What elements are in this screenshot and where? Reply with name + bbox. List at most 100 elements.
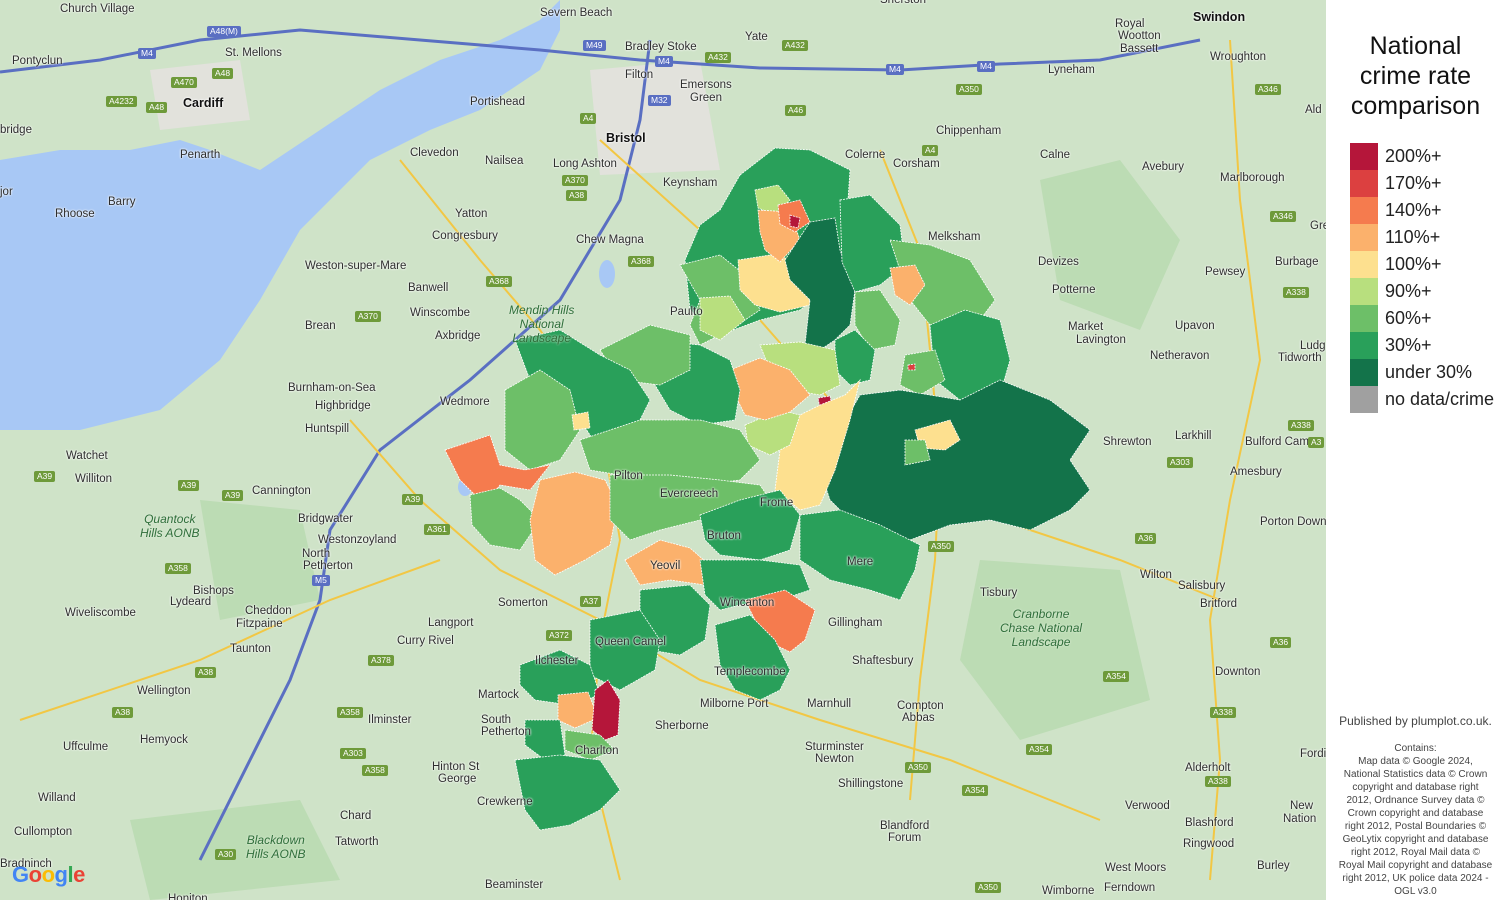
place-label: Shrewton	[1103, 436, 1152, 448]
place-label: Beaminster	[485, 879, 543, 891]
chew-valley-lake	[599, 260, 615, 288]
aonb-label: QuantockHills AONB	[140, 512, 200, 540]
place-label: Evercreech	[660, 488, 718, 500]
place-label: Wedmore	[440, 396, 490, 408]
place-label: Clevedon	[410, 147, 459, 159]
place-label: Lyneham	[1048, 64, 1095, 76]
place-label: Portishead	[470, 96, 525, 108]
attribution: Contains:Map data © Google 2024,National…	[1332, 742, 1499, 898]
road-shield: A370	[355, 311, 381, 322]
area-westbury-core	[908, 364, 915, 370]
place-label: Chippenham	[936, 125, 1001, 137]
map-canvas[interactable]: CardiffBristolSwindonChurch VillageSever…	[0, 0, 1326, 900]
road-shield: A350	[975, 882, 1001, 893]
place-label: George	[438, 773, 476, 785]
place-label: Martock	[478, 689, 519, 701]
place-label: Queen Camel	[595, 636, 666, 648]
place-label: Wilton	[1140, 569, 1172, 581]
road-shield: A4232	[106, 96, 137, 107]
road-shield: A470	[171, 77, 197, 88]
place-label: Chew Magna	[576, 234, 644, 246]
road-shield: M4	[138, 48, 156, 59]
road-shield: A30	[215, 849, 236, 860]
place-label: Fordingbridge	[1300, 748, 1326, 760]
road-shield: A48	[146, 102, 167, 113]
place-label: Ald	[1305, 104, 1322, 116]
place-label: Uffculme	[63, 741, 108, 753]
attribution-line: OGL v3.0	[1332, 885, 1499, 898]
road-shield: A338	[1288, 420, 1314, 431]
road-shield: A378	[368, 655, 394, 666]
place-label: Axbridge	[435, 330, 480, 342]
place-label: Blandford	[880, 820, 929, 832]
place-label: Larkhill	[1175, 430, 1211, 442]
city-label: Cardiff	[183, 96, 223, 110]
road-shield: A3	[1308, 437, 1324, 448]
road-shield: A346	[1270, 211, 1296, 222]
legend-swatch	[1350, 251, 1378, 278]
google-logo: Google	[12, 862, 85, 888]
legend-label: 60%+	[1385, 308, 1432, 329]
legend-item: no data/crime	[1350, 386, 1500, 413]
place-label: Burley	[1257, 860, 1290, 872]
place-label: Long Ashton	[553, 158, 617, 170]
place-label: Blashford	[1185, 817, 1234, 829]
legend-item: under 30%	[1350, 359, 1500, 386]
place-label: Congresbury	[432, 230, 498, 242]
place-label: Forum	[888, 832, 921, 844]
place-label: Ilminster	[368, 714, 411, 726]
road-shield: A350	[956, 84, 982, 95]
road-shield: A372	[546, 630, 572, 641]
place-label: Cheddon	[245, 605, 292, 617]
legend-label: 30%+	[1385, 335, 1432, 356]
road-shield: A36	[1270, 637, 1291, 648]
road-shield: A4	[922, 145, 938, 156]
road-shield: A354	[1026, 744, 1052, 755]
place-label: Sturminster	[805, 741, 864, 753]
place-label: Emersons	[680, 79, 732, 91]
road-shield: A38	[195, 667, 216, 678]
place-label: Frome	[760, 497, 793, 509]
place-label: Nailsea	[485, 155, 523, 167]
road-shield: A39	[222, 490, 243, 501]
place-label: Abbas	[902, 712, 935, 724]
legend-item: 170%+	[1350, 170, 1500, 197]
legend-label: 170%+	[1385, 173, 1442, 194]
road-shield: A370	[562, 175, 588, 186]
road-shield: A432	[705, 52, 731, 63]
place-label: Tatworth	[335, 836, 378, 848]
place-label: Crewkerne	[477, 796, 533, 808]
place-label: Market	[1068, 321, 1103, 333]
place-label: Green	[690, 92, 722, 104]
place-label: Langport	[428, 617, 473, 629]
attribution-line: GeoLytix copyright and database	[1332, 833, 1499, 846]
legend-swatch	[1350, 386, 1378, 413]
road-shield: A346	[1255, 84, 1281, 95]
place-label: Burbage	[1275, 256, 1318, 268]
legend-label: no data/crime	[1385, 389, 1494, 410]
place-label: South	[481, 714, 511, 726]
place-label: Salisbury	[1178, 580, 1225, 592]
place-label: Banwell	[408, 282, 448, 294]
legend-label: 90%+	[1385, 281, 1432, 302]
road-shield: A338	[1205, 776, 1231, 787]
legend-swatch	[1350, 359, 1378, 386]
place-label: Ilchester	[535, 655, 578, 667]
place-label: Westonzoyland	[318, 534, 396, 546]
place-label: Wellington	[137, 685, 191, 697]
published-credit: Published by plumplot.co.uk.	[1326, 714, 1505, 728]
city-label: Bristol	[606, 131, 646, 145]
road-shield: M4	[655, 56, 673, 67]
place-label: Potterne	[1052, 284, 1095, 296]
legend-label: 110%+	[1385, 227, 1440, 248]
road-shield: A358	[362, 765, 388, 776]
legend-item: 110%+	[1350, 224, 1500, 251]
place-label: Colerne	[845, 149, 885, 161]
attribution-line: right 2012, UK police data 2024 -	[1332, 872, 1499, 885]
place-label: Avebury	[1142, 161, 1184, 173]
legend-item: 200%+	[1350, 143, 1500, 170]
legend-swatch	[1350, 170, 1378, 197]
attribution-line: Crown copyright and database	[1332, 807, 1499, 820]
legend-title: National crime rate comparison	[1326, 31, 1505, 121]
legend-swatch	[1350, 332, 1378, 359]
